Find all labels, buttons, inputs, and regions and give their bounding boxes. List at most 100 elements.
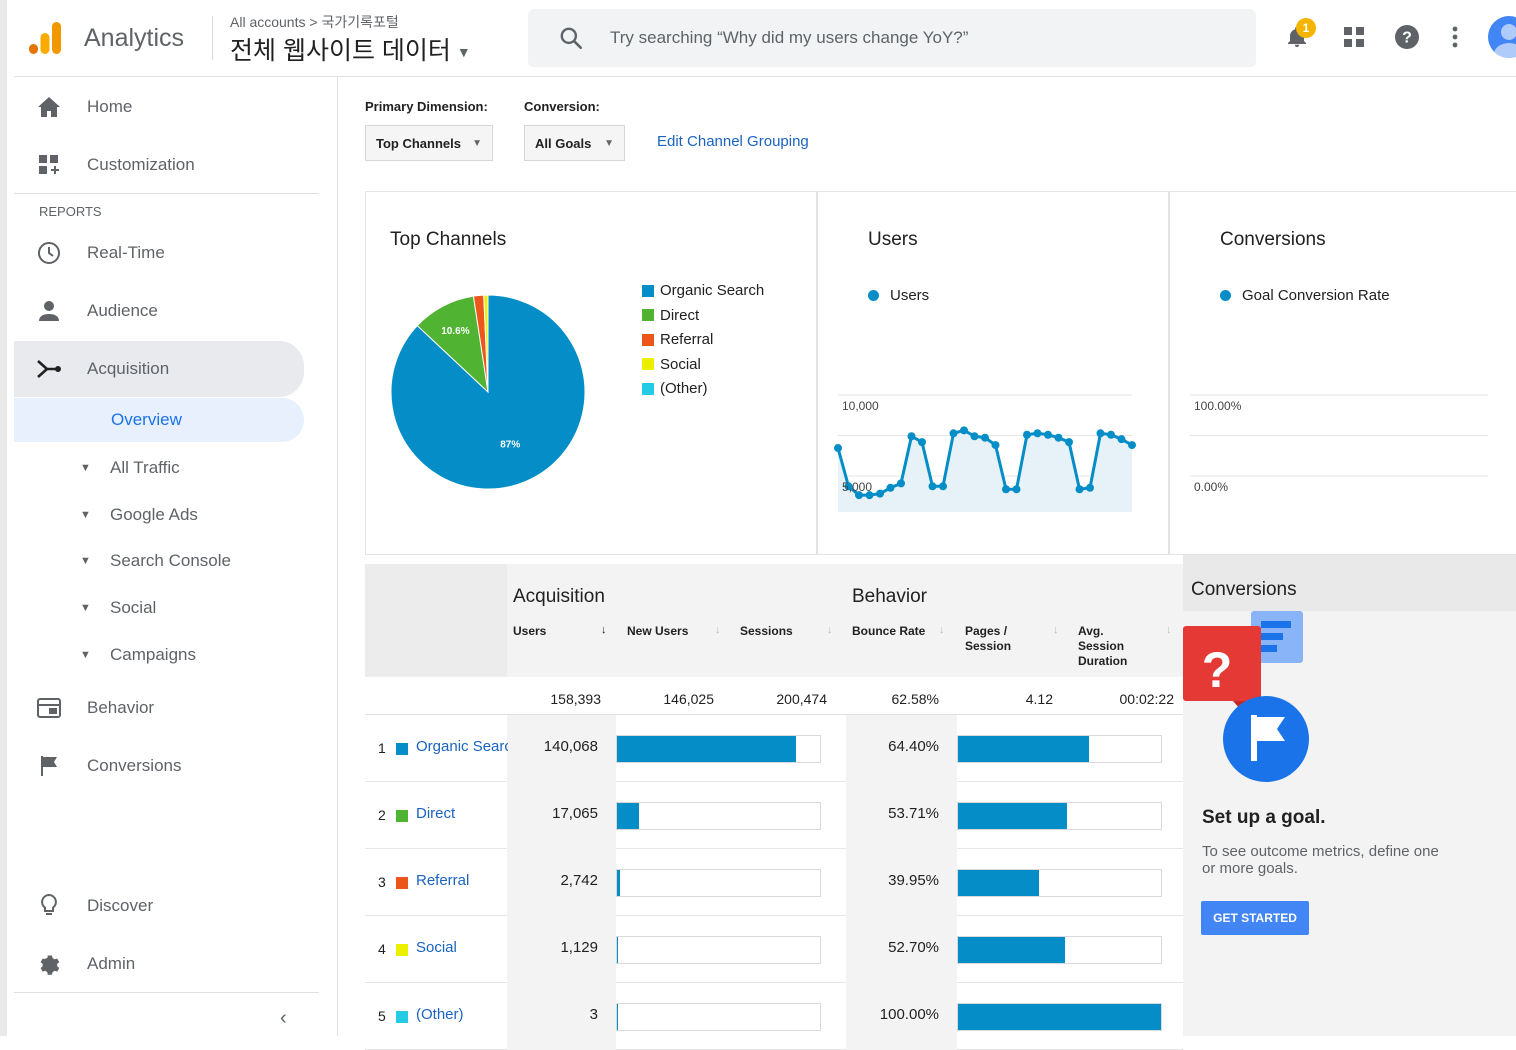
conversion-dropdown[interactable]: All Goals ▼ <box>524 125 625 161</box>
app-name[interactable]: Analytics <box>84 24 184 53</box>
channel-link[interactable]: Direct <box>416 805 508 822</box>
data-point[interactable] <box>1117 435 1126 444</box>
sort-icon[interactable]: ↓ <box>827 624 833 636</box>
nav-behavior[interactable]: Behavior <box>14 683 304 733</box>
bounce-bar-fill <box>958 870 1040 896</box>
data-point[interactable] <box>960 426 968 435</box>
data-point[interactable] <box>1096 429 1105 438</box>
data-point[interactable] <box>1002 485 1010 494</box>
nav-google-ads[interactable]: ▼ Google Ads <box>14 493 304 537</box>
y-axis-label: 5,000 <box>842 480 872 494</box>
sort-icon[interactable]: ↓ <box>1053 624 1059 636</box>
top-channels-pie-chart[interactable]: 87% 10.6% <box>388 292 588 492</box>
channel-link[interactable]: Referral <box>416 872 508 889</box>
channel-link[interactable]: Social <box>416 939 508 956</box>
data-point[interactable] <box>897 479 905 488</box>
data-point[interactable] <box>876 489 884 498</box>
analytics-logo-icon[interactable] <box>28 20 62 56</box>
data-point[interactable] <box>1128 441 1136 450</box>
nav-campaigns-label: Campaigns <box>110 645 196 664</box>
view-selector[interactable]: 전체 웹사이트 데이터 ▼ <box>230 31 471 67</box>
total-avg-duration: 00:02:22 <box>1119 691 1175 707</box>
col-users[interactable]: Users <box>513 624 546 639</box>
sort-desc-icon[interactable]: ↓ <box>601 624 607 636</box>
apps-button[interactable] <box>1339 22 1369 52</box>
data-point[interactable] <box>918 438 926 447</box>
nav-search-console[interactable]: ▼ Search Console <box>14 539 304 583</box>
nav-campaigns[interactable]: ▼ Campaigns <box>14 633 304 677</box>
nav-home[interactable]: Home <box>14 82 304 132</box>
nav-social[interactable]: ▼ Social <box>14 586 304 630</box>
sort-icon[interactable]: ↓ <box>715 624 721 636</box>
nav-all-traffic[interactable]: ▼ All Traffic <box>14 446 304 490</box>
col-sessions[interactable]: Sessions <box>740 624 793 639</box>
collapse-sidebar-icon[interactable]: ‹ <box>280 1007 287 1030</box>
chevron-down-icon: ▼ <box>472 137 482 149</box>
totals-row: 158,393 146,025 200,474 62.58% 4.12 00:0… <box>365 677 1183 715</box>
data-point[interactable] <box>949 429 958 438</box>
nav-audience[interactable]: Audience <box>14 286 304 336</box>
sort-icon[interactable]: ↓ <box>939 624 945 636</box>
data-point[interactable] <box>834 444 842 453</box>
data-point[interactable] <box>1075 485 1084 494</box>
search-box[interactable] <box>528 9 1256 67</box>
nav-acquisition[interactable]: Acquisition <box>14 341 304 397</box>
nav-discover[interactable]: Discover <box>14 881 304 931</box>
reports-section-label: REPORTS <box>39 204 102 219</box>
edit-channel-grouping-link[interactable]: Edit Channel Grouping <box>657 133 809 150</box>
more-options-button[interactable] <box>1440 22 1470 52</box>
data-point[interactable] <box>970 432 979 441</box>
nav-audience-label: Audience <box>87 301 158 320</box>
search-input[interactable] <box>610 21 1230 55</box>
bounce-bar-fill <box>958 1004 1161 1030</box>
legend-dot <box>868 290 879 301</box>
data-point[interactable] <box>907 432 916 441</box>
nav-admin[interactable]: Admin <box>14 939 304 989</box>
data-point[interactable] <box>981 433 989 442</box>
channel-link[interactable]: Organic Search <box>416 738 508 755</box>
breadcrumb[interactable]: All accounts > 국가기록포털 <box>230 12 399 32</box>
conversions-legend-label: Goal Conversion Rate <box>1242 287 1390 304</box>
sidebar: Home Customization REPORTS Real-Time Aud… <box>14 77 338 1036</box>
notifications-button[interactable]: 1 <box>1282 18 1316 52</box>
col-new-users[interactable]: New Users <box>627 624 688 639</box>
total-pages-session: 4.12 <box>1025 691 1053 707</box>
row-bounce-rate: 39.95% <box>888 872 939 889</box>
nav-realtime[interactable]: Real-Time <box>14 228 304 278</box>
col-avg-session-duration[interactable]: Avg. Session Duration <box>1078 624 1144 669</box>
channel-link[interactable]: (Other) <box>416 1006 508 1023</box>
row-users: 3 <box>589 1006 598 1023</box>
col-pages-session[interactable]: Pages / Session <box>965 624 1023 654</box>
nav-customization[interactable]: Customization <box>14 140 304 190</box>
data-point[interactable] <box>1044 430 1052 439</box>
get-started-button[interactable]: GET STARTED <box>1201 901 1309 935</box>
sort-icon[interactable]: ↓ <box>1166 624 1172 636</box>
caret-down-icon: ▼ <box>80 555 91 567</box>
data-point[interactable] <box>928 482 937 491</box>
users-card: Users Users 10,0005,000Feb 4Feb 11Feb 18… <box>817 191 1169 555</box>
y-axis-label: 100.00% <box>1194 399 1242 413</box>
data-point[interactable] <box>1086 483 1094 492</box>
account-avatar[interactable] <box>1488 16 1516 58</box>
gear-icon <box>36 951 62 977</box>
bounce-bar-fill <box>958 736 1089 762</box>
data-point[interactable] <box>1054 433 1063 442</box>
data-point[interactable] <box>1107 430 1115 439</box>
data-point[interactable] <box>1065 438 1073 447</box>
legend-swatch <box>642 284 654 297</box>
data-point[interactable] <box>886 483 895 492</box>
nav-conversions[interactable]: Conversions <box>14 741 304 791</box>
users-bar <box>616 735 821 763</box>
data-point[interactable] <box>1012 485 1021 494</box>
channel-swatch <box>396 743 408 755</box>
conversion-rate-line-chart[interactable]: 100.00%0.00%Feb 4Feb 11Feb 18Feb 25 <box>1170 312 1516 512</box>
help-button[interactable]: ? <box>1392 22 1422 52</box>
data-point[interactable] <box>1033 429 1042 438</box>
nav-acquisition-overview[interactable]: Overview <box>14 398 304 442</box>
data-point[interactable] <box>939 482 947 491</box>
users-line-chart[interactable]: 10,0005,000Feb 4Feb 11Feb 18Feb 25 <box>818 312 1170 512</box>
data-point[interactable] <box>1023 430 1031 439</box>
primary-dimension-dropdown[interactable]: Top Channels ▼ <box>365 125 493 161</box>
col-bounce-rate[interactable]: Bounce Rate <box>852 624 925 639</box>
data-point[interactable] <box>991 441 1000 450</box>
